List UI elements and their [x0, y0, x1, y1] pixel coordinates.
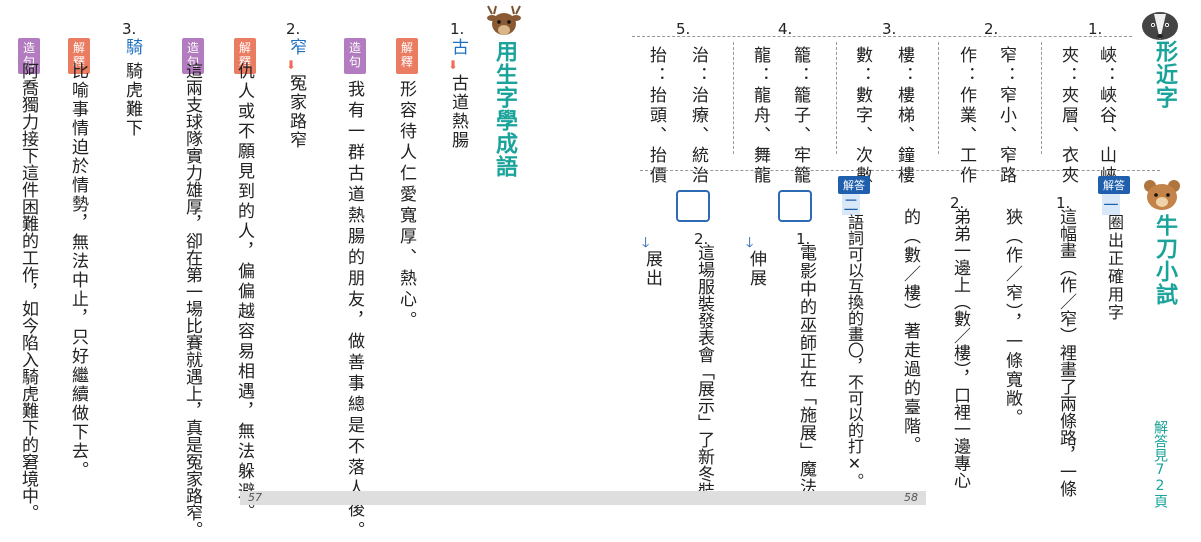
group-separator — [836, 42, 837, 154]
arrow-down-icon: ⬇ — [286, 58, 297, 72]
item2-idiom: 冤家路窄 — [286, 74, 306, 150]
left-footer-bar — [240, 491, 600, 505]
q2-1-option: 伸展 — [746, 250, 766, 288]
item2-explain: 仇人或不願見到的人，偏偏越容易相遇，無法躲避。 — [234, 62, 254, 522]
right-page-number: 58 — [904, 491, 918, 504]
q1-2-line-a: 弟弟一邊上（數／樓），口裡一邊專心 — [950, 208, 970, 489]
section-title-similar-chars: 形近字 — [1152, 40, 1177, 109]
q2-2-option: 展出 — [642, 250, 662, 288]
q2-2-answer-box[interactable] — [676, 190, 710, 222]
arrow-down-icon: ⬇ — [448, 58, 459, 72]
group1-line2: 夾：夾層、衣夾 — [1058, 46, 1078, 186]
item3-explain: 比喻事情迫於情勢，無法中止，只好繼續做下去。 — [68, 62, 88, 480]
item1-explain: 形容待人仁愛寬厚、熱心。 — [396, 80, 416, 332]
deer-mascot-icon — [480, 4, 528, 38]
group1-line1: 峽：峽谷、山峽 — [1096, 46, 1116, 186]
q1-1-line-b: 狹（作／窄），一條寬敞。 — [1002, 208, 1022, 428]
group3-line2: 數：數字、次數 — [852, 46, 872, 186]
q1-1-line-a: 這幅畫（作／窄）裡畫了兩條路，一條 — [1056, 208, 1076, 497]
item3-char: 騎 — [122, 38, 142, 55]
item1-explain-tag: 解釋 — [396, 38, 418, 74]
q2-1-answer-box[interactable] — [778, 190, 812, 222]
left-page-number: 57 — [248, 491, 262, 504]
item3-sentence: 阿喬獨力接下這件困難的工作，如今陷入騎虎難下的窘境中。 — [18, 62, 38, 521]
section-separator — [640, 170, 1160, 171]
q2-instruction: 語詞可以互換的畫〇，不可以的打✕。 — [845, 214, 864, 489]
q2-heading: 二 — [842, 194, 860, 215]
group4-line1: 籠：籠子、牢籠 — [790, 46, 810, 186]
q2-1-text: 電影中的巫師正在「施展」魔法。 — [796, 244, 816, 514]
section-title-idioms: 用生字學成語 — [492, 40, 517, 178]
group5-line2: 抬：抬頭、抬價 — [646, 46, 666, 186]
q1-instruction: 圈出正確用字 — [1105, 214, 1124, 322]
group3-line1: 樓：樓梯、鐘樓 — [894, 46, 914, 186]
item2-sentence: 這兩支球隊實力雄厚，卻在第一場比賽就遇上，真是冤家路窄。 — [182, 62, 202, 538]
item1-sentence-tag: 造句 — [344, 38, 366, 74]
item1-idiom: 古道熱腸 — [448, 74, 468, 150]
q1-2-line-b: 的（數／樓）著走過的臺階。 — [900, 208, 920, 455]
group-separator — [733, 42, 734, 154]
right-footer-bar — [600, 491, 926, 505]
group2-line1: 窄：窄小、窄路 — [996, 46, 1016, 186]
q1-heading: 一 — [1102, 194, 1120, 215]
answers-reference: 解答見72頁 — [1152, 420, 1168, 508]
bear-mascot-icon — [1142, 178, 1182, 212]
group-separator — [938, 42, 939, 154]
item1-char: 古 — [448, 38, 468, 55]
q2-2-text: 這場服裝發表會「展示」了新冬裝。 — [694, 244, 714, 516]
item3-number: 3. — [122, 20, 137, 38]
answer-badge: 解答 — [838, 176, 870, 194]
group-separator — [632, 36, 1132, 37]
item1-number: 1. — [450, 20, 465, 38]
group2-line2: 作：作業、工作 — [956, 46, 976, 186]
item3-idiom: 騎虎難下 — [122, 62, 142, 138]
group5-line1: 治：治療、統治 — [688, 46, 708, 186]
quiz-title: 牛刀小試 — [1152, 214, 1177, 306]
group4-line2: 龍：龍舟、舞龍 — [750, 46, 770, 186]
answer-badge: 解答 — [1098, 176, 1130, 194]
item2-number: 2. — [286, 20, 301, 38]
badger-mascot-icon — [1138, 6, 1182, 42]
item2-char: 窄 — [286, 38, 306, 55]
item1-sentence: 我有一群古道熱腸的朋友，做善事總是不落人後。 — [344, 80, 364, 542]
group-separator — [1041, 42, 1042, 154]
